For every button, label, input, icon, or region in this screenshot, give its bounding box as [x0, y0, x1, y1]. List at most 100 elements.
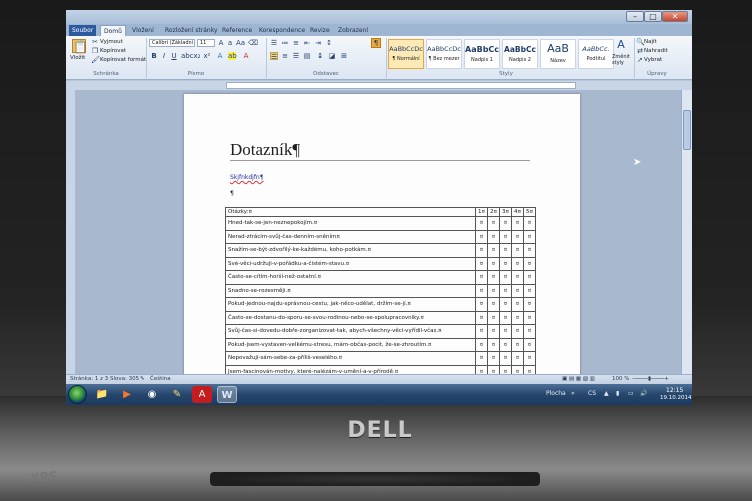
page-indicator[interactable]: Stránka: 1 z 3	[70, 376, 108, 382]
line-spacing-icon[interactable]: ↨	[316, 52, 324, 60]
tab-references[interactable]: Reference	[219, 25, 255, 36]
scrollbar-thumb[interactable]	[683, 110, 691, 150]
bullets-icon[interactable]: ☰	[270, 39, 278, 47]
word-count[interactable]: Slova: 305	[110, 376, 139, 382]
tab-mailings[interactable]: Korespondence	[256, 25, 308, 36]
decrease-indent-icon[interactable]: ⇤	[303, 39, 311, 47]
vertical-ruler[interactable]	[66, 90, 75, 380]
score-cell[interactable]: ¤	[511, 283, 524, 298]
score-cell[interactable]: ¤	[499, 310, 512, 325]
justify-icon[interactable]: ▤	[303, 52, 311, 60]
explorer-icon[interactable]: 📁	[92, 386, 112, 403]
question-cell[interactable]: Své-věci-udržuji-v-pořádku-a-čistém-stav…	[225, 256, 476, 271]
score-cell[interactable]: ¤	[523, 337, 536, 352]
shrink-font-icon[interactable]: a	[226, 39, 234, 47]
score-cell[interactable]: ¤	[487, 297, 500, 312]
score-cell[interactable]: ¤	[499, 270, 512, 285]
question-cell[interactable]: Svůj-čas-si-dovedu-dobře-zorganizovat-ta…	[225, 324, 476, 339]
paste-label[interactable]: Vložit	[70, 55, 85, 61]
score-cell[interactable]: ¤	[475, 283, 488, 298]
table-header-score[interactable]: 4¤	[511, 207, 524, 217]
borders-icon[interactable]: ⊞	[340, 52, 348, 60]
clock-time[interactable]: 12:15	[666, 387, 683, 394]
show-marks-icon[interactable]: ¶	[371, 38, 381, 48]
score-cell[interactable]: ¤	[487, 337, 500, 352]
score-cell[interactable]: ¤	[475, 243, 488, 258]
score-cell[interactable]: ¤	[487, 324, 500, 339]
minimize-button[interactable]: –	[626, 11, 644, 22]
acrobat-icon[interactable]: A	[192, 386, 212, 403]
score-cell[interactable]: ¤	[475, 270, 488, 285]
score-cell[interactable]: ¤	[511, 256, 524, 271]
format-painter-icon[interactable]: 🖌	[91, 56, 100, 64]
italic-icon[interactable]: I	[160, 52, 168, 60]
score-cell[interactable]: ¤	[487, 256, 500, 271]
style-normal[interactable]: AaBbCcDc ¶ Normální	[388, 39, 424, 69]
question-cell[interactable]: Často-se-dostanu-do-sporu-se-svou-rodino…	[225, 310, 476, 325]
score-cell[interactable]: ¤	[475, 324, 488, 339]
score-cell[interactable]: ¤	[487, 243, 500, 258]
question-cell[interactable]: Snadno-se-rozesměji.¤	[225, 283, 476, 298]
score-cell[interactable]: ¤	[511, 270, 524, 285]
score-cell[interactable]: ¤	[499, 243, 512, 258]
table-header-score[interactable]: 5¤	[523, 207, 536, 217]
align-left-icon[interactable]: ☰	[270, 52, 278, 61]
select-label[interactable]: Vybrat	[644, 57, 662, 63]
word-taskbar-icon[interactable]: W	[217, 386, 237, 403]
network-icon[interactable]: ▮	[616, 390, 619, 397]
score-cell[interactable]: ¤	[511, 297, 524, 312]
score-cell[interactable]: ¤	[487, 283, 500, 298]
score-cell[interactable]: ¤	[475, 216, 488, 231]
keyboard-layout[interactable]: CS	[588, 390, 596, 397]
change-styles-label[interactable]: Změnit styly	[612, 54, 632, 66]
question-cell[interactable]: Často-se-cítím-horší-než-ostatní.¤	[225, 270, 476, 285]
change-styles-icon[interactable]: A	[615, 39, 627, 51]
question-cell[interactable]: Pokud-jsem-vystaven-velkému-stresu, mám-…	[225, 337, 476, 352]
score-cell[interactable]: ¤	[499, 283, 512, 298]
question-cell[interactable]: Snažím-se-být-zdvořilý-ke-každému, koho-…	[225, 243, 476, 258]
tab-file[interactable]: Soubor	[69, 25, 97, 36]
score-cell[interactable]: ¤	[511, 337, 524, 352]
score-cell[interactable]: ¤	[475, 364, 488, 374]
language-indicator[interactable]: Čeština	[150, 376, 171, 382]
shading-icon[interactable]: ◪	[328, 52, 336, 60]
score-cell[interactable]: ¤	[499, 364, 512, 374]
empty-paragraph[interactable]: ¶	[230, 190, 234, 197]
document-link[interactable]: Skjfnkdjfn¶	[230, 174, 264, 181]
question-cell[interactable]: Nerad-ztrácím-svůj-čas-denním-sněním¤	[225, 229, 476, 244]
document-title[interactable]: Dotazník¶	[230, 140, 300, 160]
tool-icon[interactable]: ✎	[167, 386, 187, 403]
score-cell[interactable]: ¤	[475, 229, 488, 244]
view-buttons[interactable]: ▣ ▤ ▦ ▧ ▥	[562, 376, 595, 382]
score-cell[interactable]: ¤	[499, 337, 512, 352]
horizontal-ruler[interactable]	[66, 81, 692, 90]
font-size-select[interactable]: 11	[197, 39, 215, 47]
zoom-slider[interactable]: –────▮────+	[632, 376, 669, 382]
table-header-score[interactable]: 3¤	[499, 207, 512, 217]
text-effects-icon[interactable]: A	[216, 52, 224, 60]
score-cell[interactable]: ¤	[511, 229, 524, 244]
tray-arrow-icon[interactable]: ▲	[604, 390, 609, 397]
question-cell[interactable]: Pokud-jednou-najdu-správnou-cestu, jak-n…	[225, 297, 476, 312]
subscript-icon[interactable]: x₂	[193, 52, 201, 60]
score-cell[interactable]: ¤	[487, 229, 500, 244]
score-cell[interactable]: ¤	[523, 283, 536, 298]
question-cell[interactable]: Hned-tak-se-jen-neznepokojím.¤	[225, 216, 476, 231]
style-heading-1[interactable]: AaBbCc Nadpis 1	[464, 39, 500, 69]
highlight-icon[interactable]: ab	[228, 52, 237, 60]
multilevel-list-icon[interactable]: ≡	[292, 39, 300, 47]
replace-icon[interactable]: ⇄	[636, 47, 644, 55]
score-cell[interactable]: ¤	[523, 351, 536, 366]
score-cell[interactable]: ¤	[523, 324, 536, 339]
paste-icon[interactable]: 📋	[72, 39, 88, 54]
superscript-icon[interactable]: x²	[203, 52, 211, 60]
score-cell[interactable]: ¤	[499, 324, 512, 339]
score-cell[interactable]: ¤	[499, 216, 512, 231]
find-icon[interactable]: 🔍	[636, 38, 645, 46]
sort-icon[interactable]: ↕	[325, 39, 333, 47]
score-cell[interactable]: ¤	[499, 297, 512, 312]
style-no-spacing[interactable]: AaBbCcDc ¶ Bez mezer	[426, 39, 462, 69]
style-subtitle[interactable]: AaBbCc. Podtitul	[578, 39, 614, 69]
close-button[interactable]: ✕	[662, 11, 688, 22]
score-cell[interactable]: ¤	[499, 256, 512, 271]
